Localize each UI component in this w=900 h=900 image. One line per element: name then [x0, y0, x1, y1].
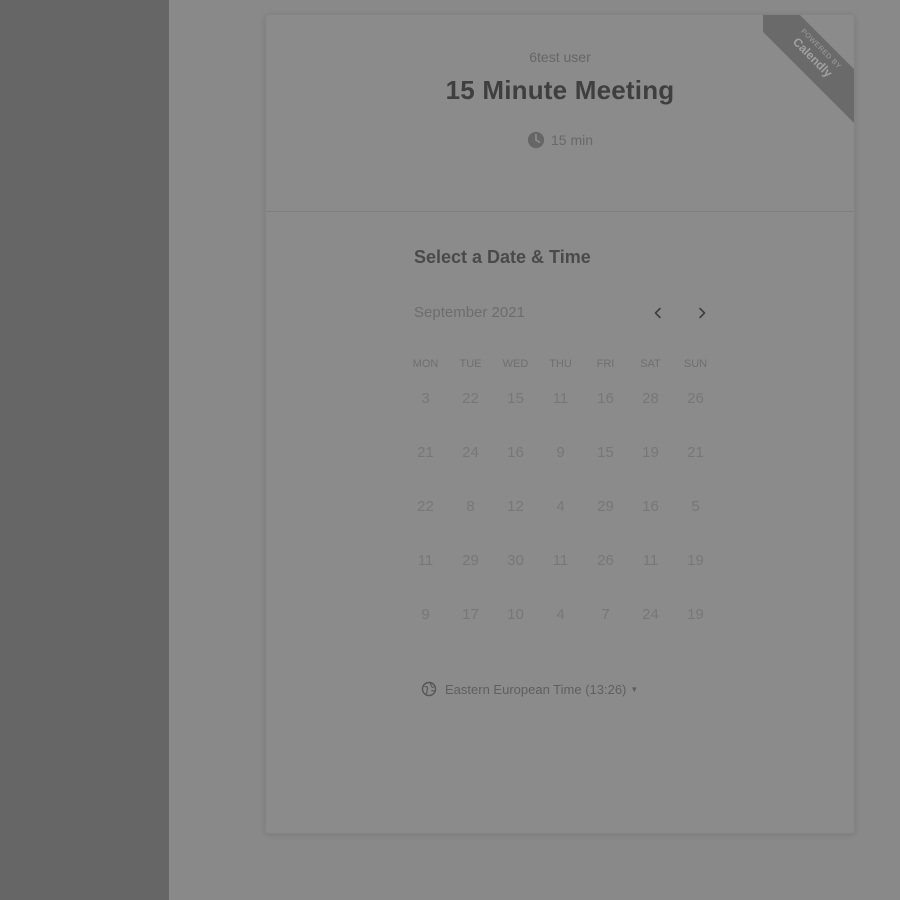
calendar-day[interactable]: 28: [628, 383, 673, 415]
calendar-day[interactable]: 8: [448, 491, 493, 523]
calendar-day[interactable]: 30: [493, 545, 538, 577]
calendar-day[interactable]: 24: [628, 599, 673, 631]
calendar-day[interactable]: 29: [583, 491, 628, 523]
powered-by-ribbon[interactable]: POWERED BY Calendly: [763, 15, 854, 125]
calendar-day[interactable]: 5: [673, 491, 718, 523]
calendar-day[interactable]: 21: [403, 437, 448, 469]
weekday-label: TUE: [459, 358, 482, 370]
calendar-day[interactable]: 16: [493, 437, 538, 469]
weekday-label: MON: [412, 358, 439, 370]
calendar-day[interactable]: 26: [673, 383, 718, 415]
calendar-day[interactable]: 9: [538, 437, 583, 469]
calendar-day[interactable]: 11: [538, 383, 583, 415]
timezone-selector[interactable]: Eastern European Time (13:26) ▼: [421, 681, 638, 697]
booking-card: 6test user 15 Minute Meeting 15 min POWE…: [265, 14, 855, 834]
calendar-day[interactable]: 26: [583, 545, 628, 577]
calendar-day[interactable]: 12: [493, 491, 538, 523]
weekday-label: THU: [549, 358, 572, 370]
calendar-week-row: 11 29 30 11 26 11 19: [403, 545, 718, 599]
event-duration: 15 min: [266, 131, 854, 149]
calendar-day[interactable]: 22: [403, 491, 448, 523]
calendar-day[interactable]: 29: [448, 545, 493, 577]
calendar-day[interactable]: 15: [493, 383, 538, 415]
duration-label: 15 min: [550, 132, 594, 148]
calendar-day[interactable]: 9: [403, 599, 448, 631]
calendar-week-row: 21 24 16 9 15 19 21: [403, 437, 718, 491]
calendar-grid: MON TUE WED THU FRI SAT SUN 3 22 15 11 1…: [403, 355, 718, 653]
calendar-day[interactable]: 21: [673, 437, 718, 469]
calendar-week-row: 9 17 10 4 7 24 19: [403, 599, 718, 653]
caret-down-icon: ▼: [630, 684, 639, 694]
weekday-header-row: MON TUE WED THU FRI SAT SUN: [403, 355, 718, 383]
calendar-day[interactable]: 4: [538, 599, 583, 631]
timezone-label: Eastern European Time (13:26): [445, 681, 627, 697]
clock-icon: [527, 131, 545, 149]
calendar-day[interactable]: 11: [628, 545, 673, 577]
globe-icon: [421, 681, 437, 697]
calendar-day[interactable]: 22: [448, 383, 493, 415]
calendar-day[interactable]: 15: [583, 437, 628, 469]
calendar-week-row: 3 22 15 11 16 28 26: [403, 383, 718, 437]
calendar-day[interactable]: 16: [628, 491, 673, 523]
weekday-label: SAT: [640, 358, 661, 370]
chevron-left-icon: [654, 307, 661, 319]
weekday-label: SUN: [683, 358, 708, 370]
previous-month-button[interactable]: [647, 302, 669, 324]
calendar-day[interactable]: 11: [538, 545, 583, 577]
calendar-day[interactable]: 10: [493, 599, 538, 631]
calendar-day[interactable]: 17: [448, 599, 493, 631]
weekday-label: FRI: [596, 358, 615, 370]
calendar-day[interactable]: 19: [673, 545, 718, 577]
calendar-day[interactable]: 19: [628, 437, 673, 469]
left-overlay-panel: [0, 0, 169, 900]
calendar-day[interactable]: 19: [673, 599, 718, 631]
month-label: September 2021: [414, 304, 525, 321]
calendar-day[interactable]: 24: [448, 437, 493, 469]
calendar-day[interactable]: 4: [538, 491, 583, 523]
calendar-day[interactable]: 7: [583, 599, 628, 631]
section-title: Select a Date & Time: [414, 247, 591, 267]
calendar-week-row: 22 8 12 4 29 16 5: [403, 491, 718, 545]
weekday-label: WED: [502, 358, 529, 370]
calendar-day[interactable]: 16: [583, 383, 628, 415]
next-month-button[interactable]: [691, 302, 713, 324]
page-root: 6test user 15 Minute Meeting 15 min POWE…: [0, 0, 900, 900]
calendar-day[interactable]: 3: [403, 383, 448, 415]
calendar-day[interactable]: 11: [403, 545, 448, 577]
chevron-right-icon: [699, 307, 706, 319]
